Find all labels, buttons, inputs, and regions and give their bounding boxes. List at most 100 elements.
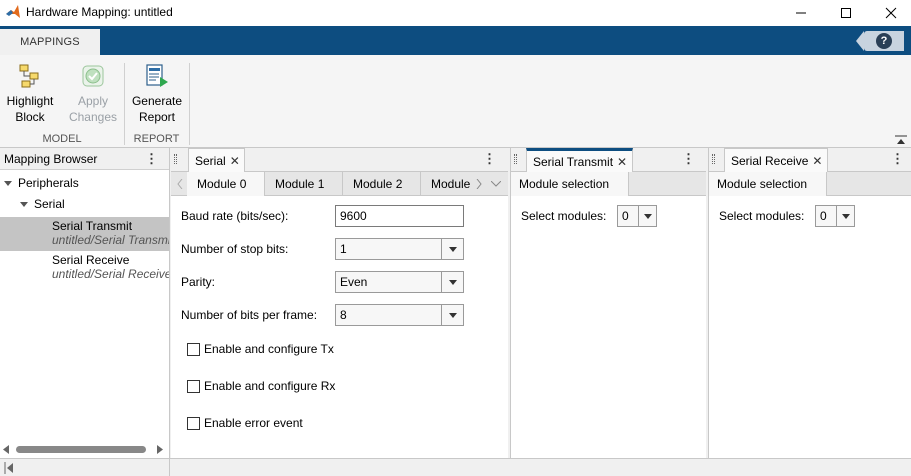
tab-serial-transmit-label: Serial Transmit [533,154,614,169]
checkbox-box[interactable] [187,416,200,430]
chevron-down-icon [643,213,652,219]
tree-sub-serial-receive: untitled/Serial Receive [52,267,169,281]
apply-changes-line1: Apply [77,94,109,108]
browser-menu-icon[interactable]: ⋮ [145,151,158,167]
apply-changes-button[interactable]: Apply Changes [66,63,120,125]
baud-rate-input[interactable]: 9600 [335,205,464,227]
enable-tx-checkbox[interactable]: Enable and configure Tx [187,342,334,356]
panel-menu-icon[interactable]: ⋮ [682,151,695,167]
parity-label: Parity: [181,275,216,289]
select-modules-dropdown[interactable]: 0 [617,205,657,227]
drag-grip-icon[interactable] [712,154,715,164]
stop-bits-dropdown[interactable]: 1 [335,238,464,260]
bits-per-frame-label: Number of bits per frame: [181,308,318,322]
module-tab-strip: Module 0 Module 1 Module 2 Module [171,172,508,196]
dropdown-button[interactable] [638,206,656,226]
matlab-logo-icon [6,5,20,18]
enable-error-event-checkbox[interactable]: Enable error event [187,416,303,430]
expand-arrow-icon[interactable] [4,181,12,187]
tab-module-2[interactable]: Module 2 [343,172,421,196]
horizontal-scrollbar[interactable] [0,443,169,455]
chevron-down-icon [841,213,850,219]
dropdown-button[interactable] [441,305,463,325]
tree-sub-serial-transmit: untitled/Serial Transmit [52,233,169,247]
dropdown-button[interactable] [836,206,854,226]
section-tab-strip: Module selection [709,172,911,196]
select-modules-dropdown[interactable]: 0 [815,205,855,227]
checkbox-box[interactable] [187,379,200,393]
chevron-down-icon [448,279,457,285]
tree-label-serial: Serial [34,197,65,211]
expand-arrow-icon[interactable] [20,202,28,208]
serial-panel: Serial ✕ ⋮ Module 0 Module 1 Module 2 Mo… [171,148,508,458]
generate-report-line2: Report [138,110,176,124]
maximize-icon [841,8,851,18]
close-tab-icon[interactable]: ✕ [230,154,240,168]
baud-rate-label: Baud rate (bits/sec): [181,209,289,223]
enable-rx-checkbox[interactable]: Enable and configure Rx [187,379,335,393]
close-window-button[interactable] [868,0,911,26]
enable-error-event-label: Enable error event [204,416,303,430]
toolstrip: Highlight Block Apply Changes Generate R… [0,55,911,148]
maximize-button[interactable] [823,0,869,26]
drag-grip-icon[interactable] [514,154,517,164]
scroll-right-icon[interactable] [156,445,164,454]
scroll-left-icon[interactable] [2,445,10,454]
apply-changes-line2: Changes [68,110,118,124]
minimize-icon [796,12,806,14]
tab-list-chevron-down-icon[interactable] [491,181,501,187]
mapping-browser-title: Mapping Browser [4,152,98,166]
panel-menu-icon[interactable]: ⋮ [891,151,904,167]
stop-bits-label: Number of stop bits: [181,242,289,256]
panel-menu-icon[interactable]: ⋮ [483,151,496,167]
collapse-toolstrip-icon[interactable] [895,135,907,145]
tab-serial-receive[interactable]: Serial Receive ✕ [724,148,828,172]
close-tab-icon[interactable]: ✕ [812,154,822,168]
generate-report-line1: Generate [131,94,183,108]
select-modules-label: Select modules: [521,209,607,223]
select-modules-label: Select modules: [719,209,805,223]
window-title: Hardware Mapping: untitled [26,5,173,19]
tab-serial-transmit[interactable]: Serial Transmit ✕ [526,148,633,172]
status-bar [0,458,911,476]
generate-report-button[interactable]: Generate Report [128,63,186,125]
status-divider [169,459,170,476]
tab-module-1[interactable]: Module 1 [265,172,343,196]
dropdown-button[interactable] [441,272,463,292]
tree-node-peripherals[interactable]: Peripherals [4,176,79,190]
generate-report-icon [146,64,168,87]
tab-scroll-right-icon[interactable] [476,179,482,189]
section-label-model: MODEL [42,133,82,145]
tree-node-serial-transmit[interactable]: Serial Transmit untitled/Serial Transmit [52,219,169,247]
bits-per-frame-value: 8 [340,308,347,322]
highlight-block-line2: Block [15,110,45,124]
highlight-block-icon [19,64,39,88]
section-separator [189,63,190,145]
tab-module-3[interactable]: Module [421,172,473,196]
highlight-block-button[interactable]: Highlight Block [4,63,56,125]
dropdown-button[interactable] [441,239,463,259]
tab-scroll-left-icon[interactable] [177,179,183,189]
bits-per-frame-dropdown[interactable]: 8 [335,304,464,326]
tree-node-serial-receive[interactable]: Serial Receive untitled/Serial Receive [52,253,169,281]
parity-dropdown[interactable]: Even [335,271,464,293]
checkbox-box[interactable] [187,342,200,356]
mapping-browser-header: Mapping Browser ⋮ [0,148,169,170]
drag-grip-icon[interactable] [174,154,177,164]
tab-mappings[interactable]: MAPPINGS [0,29,100,55]
status-left-arrow-icon[interactable] [4,462,14,474]
scrollbar-thumb[interactable] [16,446,146,453]
help-notch [856,31,864,51]
help-icon: ? [876,33,892,49]
tab-module-selection[interactable]: Module selection [709,172,827,196]
tab-serial[interactable]: Serial ✕ [188,148,245,172]
serial-receive-panel: Serial Receive ✕ ⋮ Module selection Sele… [708,148,911,458]
serial-transmit-header: Serial Transmit ✕ ⋮ [511,148,706,172]
tab-module-0[interactable]: Module 0 [187,172,265,196]
tab-module-selection[interactable]: Module selection [511,172,629,196]
tree-label-peripherals: Peripherals [18,176,79,190]
minimize-button[interactable] [778,0,824,26]
help-button[interactable]: ? [864,31,904,51]
close-tab-icon[interactable]: ✕ [617,155,627,169]
tree-node-serial[interactable]: Serial [20,197,65,211]
